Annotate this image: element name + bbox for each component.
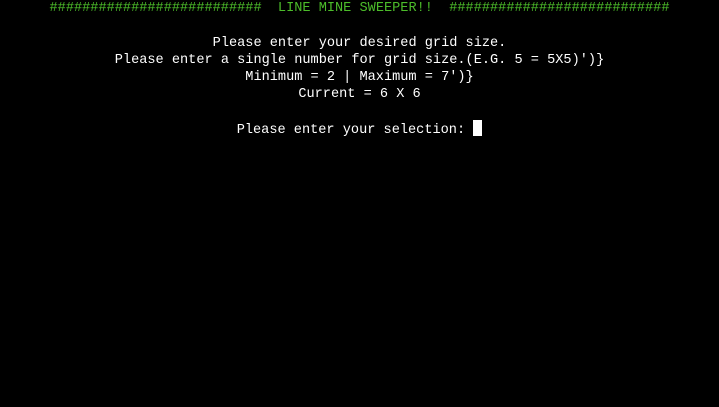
grid-size-heading: Please enter your desired grid size. <box>212 36 507 51</box>
selection-prompt-label: Please enter your selection: <box>236 123 474 138</box>
game-title: LINE MINE SWEEPER!! <box>261 1 450 16</box>
terminal-window[interactable]: ########################## LINE MINE SWE… <box>0 0 719 407</box>
grid-size-instructions: Please enter a single number for grid si… <box>114 53 605 68</box>
title-banner: ########################## LINE MINE SWE… <box>0 0 719 17</box>
grid-size-limits: Minimum = 2 | Maximum = 7')} <box>245 70 474 85</box>
current-grid-size: Current = 6 X 6 <box>298 87 421 102</box>
banner-right-hashes: ########################### <box>449 1 670 16</box>
text-cursor[interactable] <box>473 120 483 136</box>
banner-left-hashes: ########################## <box>49 1 262 16</box>
selection-prompt-line: Please enter your selection: <box>0 120 719 139</box>
